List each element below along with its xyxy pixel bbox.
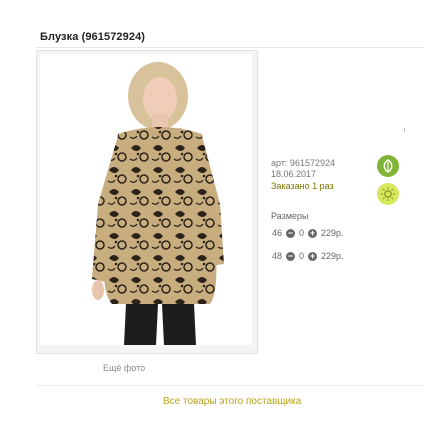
size-row: 48 − 0 + 229р. bbox=[272, 251, 344, 261]
size-price: 229р. bbox=[321, 228, 344, 238]
size-label: 48 bbox=[272, 251, 283, 261]
size-label: 46 bbox=[272, 228, 283, 238]
sizes-heading: Размеры bbox=[271, 211, 309, 221]
product-date: 18.06.2017 bbox=[271, 169, 317, 179]
product-title: Блузка (961572924) bbox=[40, 31, 146, 43]
product-info: арт: 961572924 18.06.2017 bbox=[271, 158, 335, 180]
scroll-tick bbox=[404, 128, 405, 132]
model-illustration bbox=[92, 62, 224, 345]
minus-icon[interactable]: − bbox=[286, 228, 296, 238]
sun-icon bbox=[377, 183, 399, 205]
minus-icon[interactable]: − bbox=[286, 251, 296, 261]
plus-icon[interactable]: + bbox=[308, 251, 318, 261]
size-row: 46 − 0 + 229р. bbox=[272, 228, 344, 238]
product-photo[interactable] bbox=[40, 54, 252, 345]
footer-divider bbox=[36, 385, 423, 386]
size-price: 229р. bbox=[321, 251, 344, 261]
title-divider bbox=[36, 47, 423, 48]
article-number: арт: 961572924 bbox=[271, 158, 335, 168]
more-photos-link[interactable]: Ещё фото bbox=[103, 363, 145, 373]
plus-icon[interactable]: + bbox=[308, 228, 318, 238]
all-supplier-goods-link[interactable]: Все товары этого поставщика bbox=[163, 396, 301, 407]
size-quantity[interactable]: 0 bbox=[299, 228, 304, 238]
leaf-icon bbox=[377, 155, 399, 177]
order-count: Заказано 1 раз bbox=[271, 181, 334, 191]
size-quantity[interactable]: 0 bbox=[299, 251, 304, 261]
